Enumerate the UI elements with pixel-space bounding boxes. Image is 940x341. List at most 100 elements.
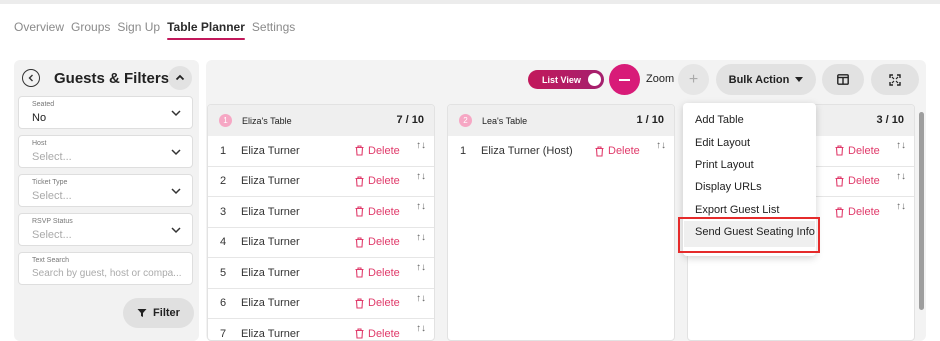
delete-label: Delete xyxy=(848,175,880,188)
delete-button[interactable]: Delete xyxy=(355,328,400,340)
reorder-arrows-icon[interactable]: ↑↓ xyxy=(416,232,426,243)
funnel-icon xyxy=(137,309,147,317)
trash-icon xyxy=(595,146,604,157)
delete-button[interactable]: Delete xyxy=(355,145,400,157)
text-search-input[interactable]: Text Search Search by guest, host or com… xyxy=(18,252,193,285)
field-label: RSVP Status xyxy=(32,218,73,225)
chevron-up-icon xyxy=(175,74,185,81)
trash-icon xyxy=(835,207,844,218)
guest-name: Eliza Turner xyxy=(241,327,300,340)
delete-label: Delete xyxy=(848,206,880,219)
nav-table-planner[interactable]: Table Planner xyxy=(167,20,245,40)
bulk-action-label: Bulk Action xyxy=(728,73,790,86)
guest-index: 2 xyxy=(220,175,227,188)
guest-name: Eliza Turner xyxy=(241,266,300,279)
delete-button[interactable]: Delete xyxy=(835,175,880,187)
plus-icon: + xyxy=(688,70,699,88)
delete-button[interactable]: Delete xyxy=(355,236,400,248)
nav-groups[interactable]: Groups xyxy=(71,20,110,40)
bulk-action-button[interactable]: Bulk Action xyxy=(716,64,816,95)
minus-icon xyxy=(619,78,630,81)
guest-row: 7 Eliza Turner Delete ↑↓ xyxy=(208,319,434,340)
rsvp-status-select[interactable]: RSVP Status Select... xyxy=(18,213,193,246)
reorder-arrows-icon[interactable]: ↑↓ xyxy=(416,262,426,273)
reorder-arrows-icon[interactable]: ↑↓ xyxy=(656,140,666,151)
delete-button[interactable]: Delete xyxy=(835,145,880,157)
delete-label: Delete xyxy=(368,327,400,340)
table-planner-page: Overview Groups Sign Up Table Planner Se… xyxy=(0,0,940,341)
field-label: Text Search xyxy=(32,257,69,264)
trash-icon xyxy=(835,176,844,187)
table-seat-count: 3 / 10 xyxy=(876,114,904,126)
fullscreen-button[interactable] xyxy=(871,64,919,95)
guest-row: 2 Eliza Turner Delete ↑↓ xyxy=(208,167,434,197)
nav-settings[interactable]: Settings xyxy=(252,20,295,40)
zoom-in-button[interactable]: + xyxy=(678,64,709,95)
menu-item-print-layout[interactable]: Print Layout xyxy=(695,159,754,171)
guest-index: 1 xyxy=(220,144,227,157)
delete-button[interactable]: Delete xyxy=(355,267,400,279)
reorder-arrows-icon[interactable]: ↑↓ xyxy=(896,140,906,151)
table-number-badge: 2 xyxy=(459,114,472,127)
delete-button[interactable]: Delete xyxy=(355,206,400,218)
sidebar-header: Guests & Filters xyxy=(22,64,192,92)
trash-icon xyxy=(355,206,364,217)
guest-row: 3 Eliza Turner Delete ↑↓ xyxy=(208,197,434,228)
reorder-arrows-icon[interactable]: ↑↓ xyxy=(416,293,426,304)
zoom-out-button[interactable] xyxy=(609,64,640,95)
delete-button[interactable]: Delete xyxy=(835,206,880,218)
delete-label: Delete xyxy=(368,236,400,249)
table-name: Eliza's Table xyxy=(242,115,292,126)
delete-label: Delete xyxy=(368,297,400,310)
reorder-arrows-icon[interactable]: ↑↓ xyxy=(896,201,906,212)
reorder-arrows-icon[interactable]: ↑↓ xyxy=(416,171,426,182)
chevron-down-icon xyxy=(171,149,181,156)
field-placeholder: Select... xyxy=(32,190,72,202)
seated-select[interactable]: Seated No xyxy=(18,96,193,129)
guests-filters-sidebar: Guests & Filters Seated No Host Select..… xyxy=(14,60,199,341)
guest-row: 4 Eliza Turner Delete ↑↓ xyxy=(208,228,434,258)
reorder-arrows-icon[interactable]: ↑↓ xyxy=(896,171,906,182)
guest-name: Eliza Turner xyxy=(241,175,300,188)
reorder-arrows-icon[interactable]: ↑↓ xyxy=(416,140,426,151)
list-view-label: List View xyxy=(542,74,581,85)
delete-button[interactable]: Delete xyxy=(595,145,640,157)
trash-icon xyxy=(355,328,364,339)
reorder-arrows-icon[interactable]: ↑↓ xyxy=(416,323,426,334)
delete-button[interactable]: Delete xyxy=(355,175,400,187)
table-seat-count: 1 / 10 xyxy=(636,114,664,126)
filter-button[interactable]: Filter xyxy=(123,298,194,328)
menu-item-edit-layout[interactable]: Edit Layout xyxy=(695,137,750,149)
back-circle-icon[interactable] xyxy=(22,69,40,87)
guest-row: 1 Eliza Turner (Host) Delete ↑↓ xyxy=(448,136,674,167)
trash-icon xyxy=(355,267,364,278)
layout-view-button[interactable] xyxy=(822,64,864,95)
ticket-type-select[interactable]: Ticket Type Select... xyxy=(18,174,193,207)
list-view-toggle[interactable]: List View xyxy=(528,70,604,89)
nav-overview[interactable]: Overview xyxy=(14,20,64,40)
guest-name: Eliza Turner xyxy=(241,205,300,218)
trash-icon xyxy=(355,237,364,248)
field-placeholder: Select... xyxy=(32,229,72,241)
table-card-header: 1 Eliza's Table 7 / 10 xyxy=(208,105,434,136)
scrollbar-thumb[interactable] xyxy=(919,112,924,310)
guest-index: 5 xyxy=(220,266,227,279)
guest-name: Eliza Turner xyxy=(241,144,300,157)
menu-item-export-guest-list[interactable]: Export Guest List xyxy=(695,204,779,216)
field-label: Seated xyxy=(32,101,55,108)
guest-row: 5 Eliza Turner Delete ↑↓ xyxy=(208,258,434,289)
delete-button[interactable]: Delete xyxy=(355,297,400,309)
guest-name: Eliza Turner xyxy=(241,297,300,310)
menu-item-add-table[interactable]: Add Table xyxy=(695,114,744,126)
trash-icon xyxy=(355,145,364,156)
guest-name: Eliza Turner (Host) xyxy=(481,145,573,158)
menu-item-display-urls[interactable]: Display URLs xyxy=(695,181,762,193)
nav-sign-up[interactable]: Sign Up xyxy=(117,20,160,40)
guest-name: Eliza Turner xyxy=(241,236,300,249)
fullscreen-icon xyxy=(889,73,901,86)
collapse-sidebar-button[interactable] xyxy=(168,66,192,90)
top-nav: Overview Groups Sign Up Table Planner Se… xyxy=(14,20,295,40)
top-strip xyxy=(0,0,940,4)
host-select[interactable]: Host Select... xyxy=(18,135,193,168)
reorder-arrows-icon[interactable]: ↑↓ xyxy=(416,201,426,212)
